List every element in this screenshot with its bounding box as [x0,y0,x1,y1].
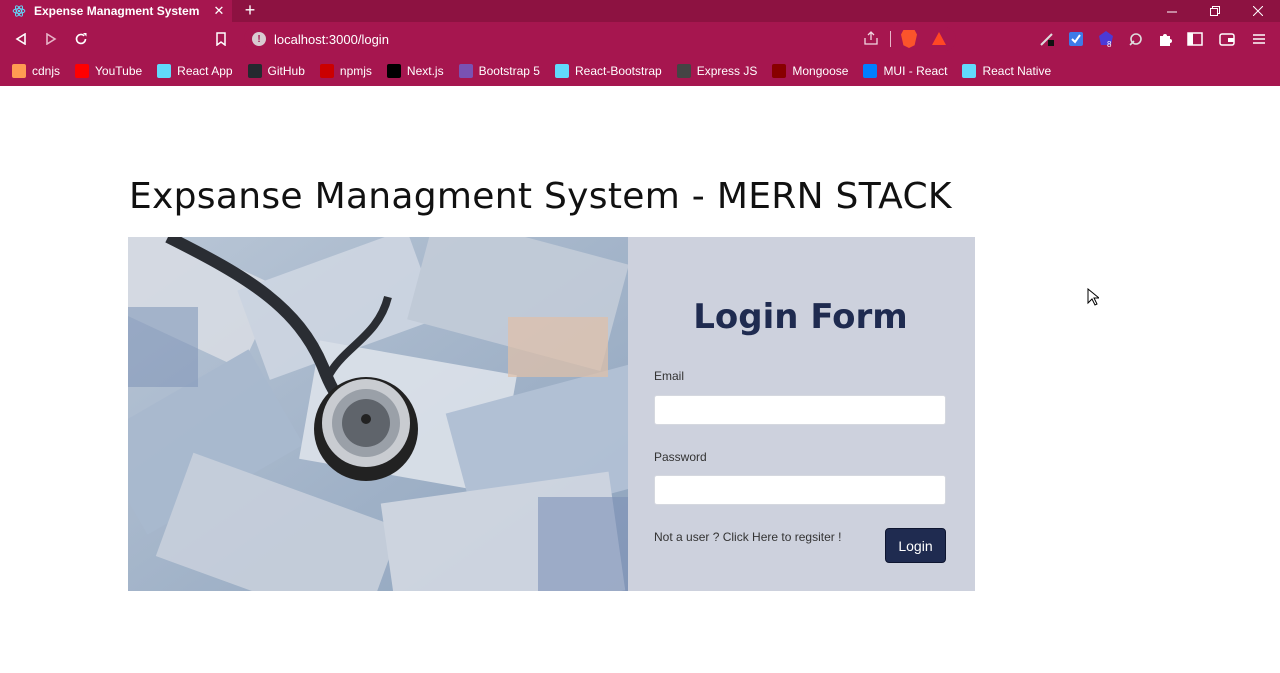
bookmark-label: React App [177,64,233,78]
bookmark-label: GitHub [267,64,305,78]
bookmark-item[interactable]: React-Bootstrap [554,64,662,78]
bookmarks-bar: cdnjs YouTube React App GitHub npmjs Next.js B… [0,56,1280,86]
separator [890,31,891,47]
bookmark-item[interactable]: npmjs [319,64,372,78]
password-label: Password [654,450,707,464]
mongoose-icon [772,64,787,78]
bookmark-item[interactable]: GitHub [247,64,305,78]
wallet-icon[interactable] [1218,30,1236,48]
bookmark-item[interactable]: Bootstrap 5 [458,64,540,78]
eyedropper-extension-icon[interactable] [1127,30,1145,48]
react-icon [157,64,172,78]
bookmark-icon[interactable] [211,29,231,49]
bookmark-item[interactable]: YouTube [75,64,142,78]
url-text[interactable]: localhost:3000/login [274,32,389,47]
bookmark-label: React-Bootstrap [574,64,662,78]
tab-title: Expense Managment System [34,4,200,18]
react-icon [554,64,569,78]
express-icon [676,64,691,78]
sidebar-icon[interactable] [1186,30,1204,48]
form-heading: Login Form [693,297,908,337]
password-field[interactable] [654,475,946,505]
close-tab-icon[interactable]: ✕ [210,3,228,19]
bookmark-label: Express JS [696,64,758,78]
email-label: Email [654,369,685,383]
nextjs-icon [386,64,401,78]
minimize-icon[interactable] [1152,0,1192,22]
register-link[interactable]: Not a user ? Click Here to regsiter ! [654,530,841,544]
bookmark-item[interactable]: Next.js [386,64,444,78]
site-info-icon[interactable]: ! [252,32,266,46]
new-tab-button[interactable]: + [240,0,260,22]
active-tab[interactable]: Expense Managment System ✕ [0,0,232,22]
login-button[interactable]: Login [885,528,946,563]
mui-icon [863,64,878,78]
react-icon [12,4,26,18]
bookmark-item[interactable]: cdnjs [12,64,60,78]
address-bar[interactable]: ! localhost:3000/login [244,27,956,51]
npm-icon [319,64,334,78]
youtube-icon [75,64,90,78]
menu-icon[interactable] [1250,30,1268,48]
forward-icon[interactable] [41,29,61,49]
bookmark-label: Bootstrap 5 [478,64,540,78]
code-icon [12,64,26,78]
bookmark-label: Mongoose [792,64,849,78]
bookmark-label: npmjs [339,64,372,78]
shield-extension-icon[interactable]: 8 [1097,30,1115,48]
browser-toolbar: ! localhost:3000/login 8 [0,22,1280,56]
github-icon [247,64,262,78]
bookmark-label: React Native [982,64,1052,78]
login-card: Login Form Email Password Not a user ? C… [128,237,975,591]
pen-extension-icon[interactable] [1038,30,1056,48]
euro-stethoscope-image [128,237,628,591]
react-icon [962,64,977,78]
mouse-cursor-icon [1087,287,1101,311]
back-icon[interactable] [11,29,31,49]
bootstrap-icon [458,64,473,78]
email-field[interactable] [654,395,946,425]
bookmark-label: Next.js [406,64,444,78]
brave-shields-icon[interactable] [901,30,917,48]
bookmark-item[interactable]: MUI - React [863,64,947,78]
extensions-puzzle-icon[interactable] [1156,30,1174,48]
brave-rewards-icon[interactable] [932,32,946,45]
page-title: Expsanse Managment System - MERN STACK [129,176,952,217]
restore-icon[interactable] [1195,0,1235,22]
bookmark-label: YouTube [95,64,143,78]
login-form: Login Form Email Password Not a user ? C… [628,237,975,591]
bookmark-item[interactable]: Mongoose [772,64,848,78]
todo-extension-icon[interactable] [1067,30,1085,48]
bookmark-item[interactable]: React Native [962,64,1051,78]
bookmark-label: cdnjs [32,64,61,78]
svg-text:8: 8 [1107,40,1112,48]
bookmark-item[interactable]: React App [157,64,233,78]
bookmark-item[interactable]: Express JS [676,64,758,78]
reload-icon[interactable] [71,29,91,49]
bookmark-label: MUI - React [883,64,948,78]
close-window-icon[interactable] [1238,0,1278,22]
share-icon[interactable] [864,31,878,48]
tab-strip: Expense Managment System ✕ + [0,0,1280,22]
